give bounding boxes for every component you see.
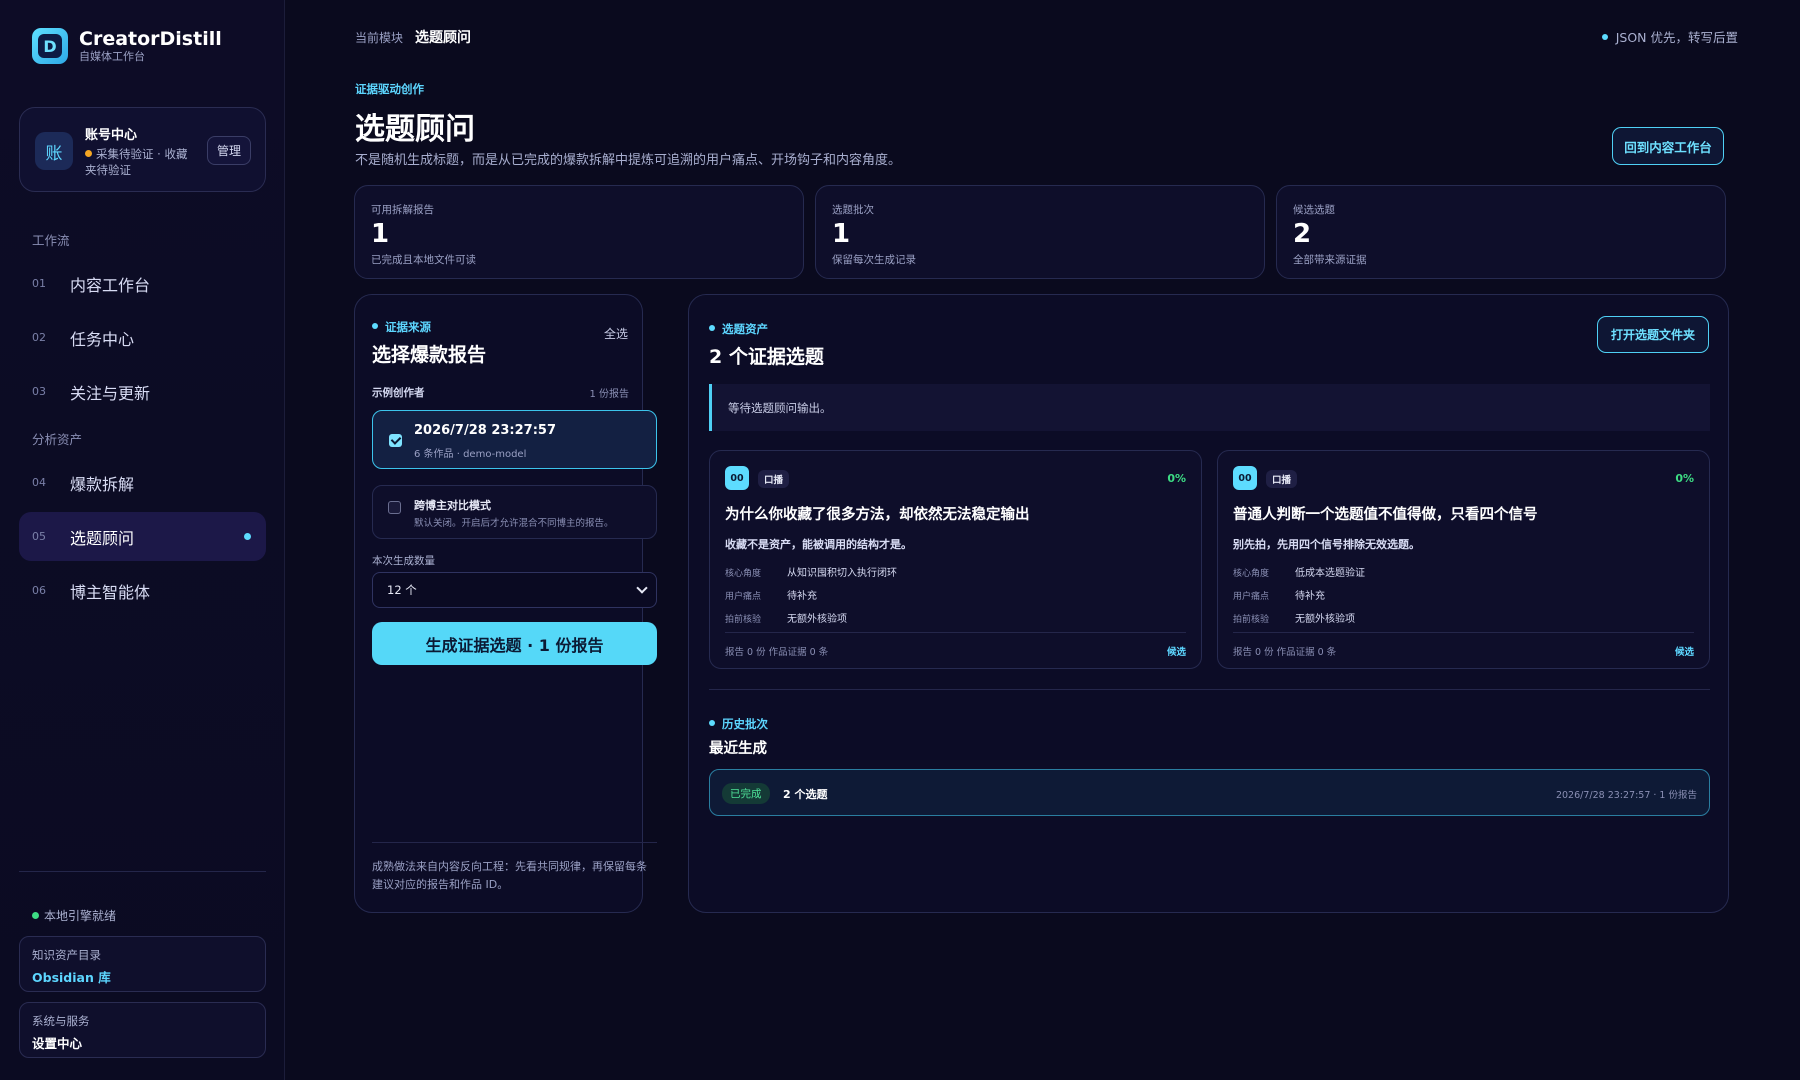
topic-index: 00 — [1233, 466, 1257, 490]
stat-card-batches: 选题批次 1 保留每次生成记录 — [815, 185, 1265, 279]
topic-card[interactable]: 00 口播 0% 普通人判断一个选题值不值得做，只看四个信号 别先拍，先用四个信… — [1217, 450, 1710, 669]
topic-tag: 口播 — [1266, 470, 1298, 488]
active-indicator-icon — [244, 533, 251, 540]
source-title: 选择爆款报告 — [372, 344, 487, 366]
main-content: 当前模块 选题顾问 JSON 优先，转写后置 证据驱动创作 选题顾问 不是随机生… — [285, 0, 1800, 1080]
page-eyebrow: 证据驱动创作 — [355, 82, 424, 96]
system-settings-card[interactable]: 系统与服务 设置中心 — [19, 1002, 266, 1058]
topic-score: 0% — [1675, 472, 1694, 485]
stat-card-reports: 可用拆解报告 1 已完成且本地文件可读 — [354, 185, 804, 279]
quantity-label: 本次生成数量 — [372, 555, 435, 567]
sidebar-item-follow-updates[interactable]: 03 关注与更新 — [19, 367, 266, 416]
topic-pain-row: 用户痛点 待补充 — [1233, 591, 1325, 602]
assets-title: 2 个证据选题 — [709, 346, 824, 368]
brand-name: CreatorDistill — [79, 28, 222, 50]
topic-hook: 别先拍，先用四个信号排除无效选题。 — [1233, 538, 1420, 551]
source-eyebrow: 证据来源 — [372, 319, 431, 335]
source-panel: 证据来源 全选 选择爆款报告 示例创作者 1 份报告 2026/7/28 23:… — [354, 294, 657, 913]
topic-evidence-count: 报告 0 份 作品证据 0 条 — [725, 647, 829, 658]
panel-divider — [372, 842, 657, 843]
topic-index: 00 — [725, 466, 749, 490]
batch-meta: 2026/7/28 23:27:57 · 1 份报告 — [1555, 790, 1697, 801]
cross-mode-checkbox[interactable] — [388, 501, 401, 514]
nav-group-workflow: 工作流 — [32, 233, 70, 248]
topic-title: 为什么你收藏了很多方法，却依然无法稳定输出 — [725, 507, 1030, 523]
assets-panel: 选题资产 2 个证据选题 打开选题文件夹 等待选题顾问输出。 00 口播 0% … — [688, 294, 1729, 913]
sidebar-item-content-workbench[interactable]: 01 内容工作台 — [19, 259, 266, 308]
topic-verify-row: 拍前核验 无额外核验项 — [725, 614, 847, 625]
page-description: 不是随机生成标题，而是从已完成的爆款拆解中提炼可追溯的用户痛点、开场钩子和内容角… — [355, 153, 902, 168]
topbar-hint: JSON 优先，转写后置 — [1601, 27, 1738, 46]
manage-button[interactable]: 管理 — [206, 136, 251, 165]
generate-topics-button[interactable]: 生成证据选题 · 1 份报告 — [372, 622, 657, 665]
section-dot-icon — [709, 325, 715, 331]
nav-group-assets: 分析资产 — [32, 432, 83, 447]
brand-subtitle: 自媒体工作台 — [79, 50, 145, 63]
sidebar-item-task-center[interactable]: 02 任务中心 — [19, 313, 266, 362]
topic-title: 普通人判断一个选题值不值得做，只看四个信号 — [1233, 507, 1538, 523]
batch-topic-count: 2 个选题 — [783, 788, 828, 801]
account-card[interactable]: 账 账号中心 采集待验证 · 收藏夹待验证 管理 — [19, 107, 266, 192]
topic-score: 0% — [1167, 472, 1186, 485]
open-topic-folder-button[interactable]: 打开选题文件夹 — [1597, 316, 1709, 353]
assets-eyebrow: 选题资产 — [709, 321, 768, 337]
panel-divider — [709, 689, 1710, 690]
brand[interactable]: D CreatorDistill 自媒体工作台 — [32, 28, 222, 64]
topic-angle-row: 核心角度 低成本选题验证 — [1233, 568, 1365, 579]
page-title: 选题顾问 — [355, 112, 475, 147]
topic-candidate-button[interactable]: 候选 — [1167, 644, 1186, 658]
sidebar-item-creator-agent[interactable]: 06 博主智能体 — [19, 566, 266, 615]
waiting-status: 等待选题顾问输出。 — [709, 384, 1710, 431]
sidebar: D CreatorDistill 自媒体工作台 账 账号中心 采集待验证 · 收… — [0, 0, 285, 1080]
topic-verify-row: 拍前核验 无额外核验项 — [1233, 614, 1355, 625]
history-batch-row[interactable]: 已完成 2 个选题 2026/7/28 23:27:57 · 1 份报告 — [709, 769, 1710, 816]
section-dot-icon — [372, 323, 378, 329]
topic-evidence-count: 报告 0 份 作品证据 0 条 — [1233, 647, 1337, 658]
topic-angle-row: 核心角度 从知识囤积切入执行闭环 — [725, 568, 897, 579]
engine-status: 本地引擎就绪 — [32, 907, 116, 924]
account-status: 采集待验证 · 收藏夹待验证 — [85, 147, 188, 177]
account-title: 账号中心 — [85, 128, 138, 143]
stat-card-candidates: 候选选题 2 全部带来源证据 — [1276, 185, 1726, 279]
topic-pain-row: 用户痛点 待补充 — [725, 591, 817, 602]
sidebar-item-topic-advisor[interactable]: 05 选题顾问 — [19, 512, 266, 561]
breadcrumb-label: 当前模块 — [355, 31, 404, 45]
sidebar-divider — [19, 871, 266, 872]
knowledge-directory-card[interactable]: 知识资产目录 Obsidian 库 — [19, 936, 266, 992]
history-title: 最近生成 — [709, 741, 767, 757]
status-dot-icon — [32, 912, 39, 919]
select-all-button[interactable]: 全选 — [604, 323, 628, 344]
chevron-down-icon — [636, 582, 648, 594]
author-report-count: 1 份报告 — [589, 389, 629, 400]
topic-card[interactable]: 00 口播 0% 为什么你收藏了很多方法，却依然无法稳定输出 收藏不是资产，能被… — [709, 450, 1202, 669]
topic-hook: 收藏不是资产，能被调用的结构才是。 — [725, 538, 912, 551]
section-dot-icon — [709, 720, 715, 726]
quantity-select[interactable]: 12 个 — [372, 572, 657, 608]
report-checkbox[interactable] — [389, 434, 402, 447]
avatar: 账 — [35, 132, 73, 170]
sidebar-item-viral-breakdown[interactable]: 04 爆款拆解 — [19, 458, 266, 507]
info-dot-icon — [1601, 34, 1608, 40]
warning-dot-icon — [85, 150, 92, 157]
breadcrumb-current: 选题顾问 — [415, 30, 471, 46]
method-note: 成熟做法来自内容反向工程：先看共同规律，再保留每条建议对应的报告和作品 ID。 — [372, 860, 647, 891]
report-item[interactable]: 2026/7/28 23:27:57 6 条作品 · demo-model — [372, 410, 657, 469]
topic-tag: 口播 — [758, 470, 790, 488]
back-to-workbench-button[interactable]: 回到内容工作台 — [1612, 127, 1724, 165]
status-badge: 已完成 — [722, 783, 770, 804]
cross-creator-toggle[interactable]: 跨博主对比模式 默认关闭。开启后才允许混合不同博主的报告。 — [372, 485, 657, 539]
topic-candidate-button[interactable]: 候选 — [1675, 644, 1694, 658]
author-name: 示例创作者 — [372, 387, 425, 399]
brand-logo-icon: D — [32, 28, 68, 64]
history-eyebrow: 历史批次 — [709, 716, 768, 732]
